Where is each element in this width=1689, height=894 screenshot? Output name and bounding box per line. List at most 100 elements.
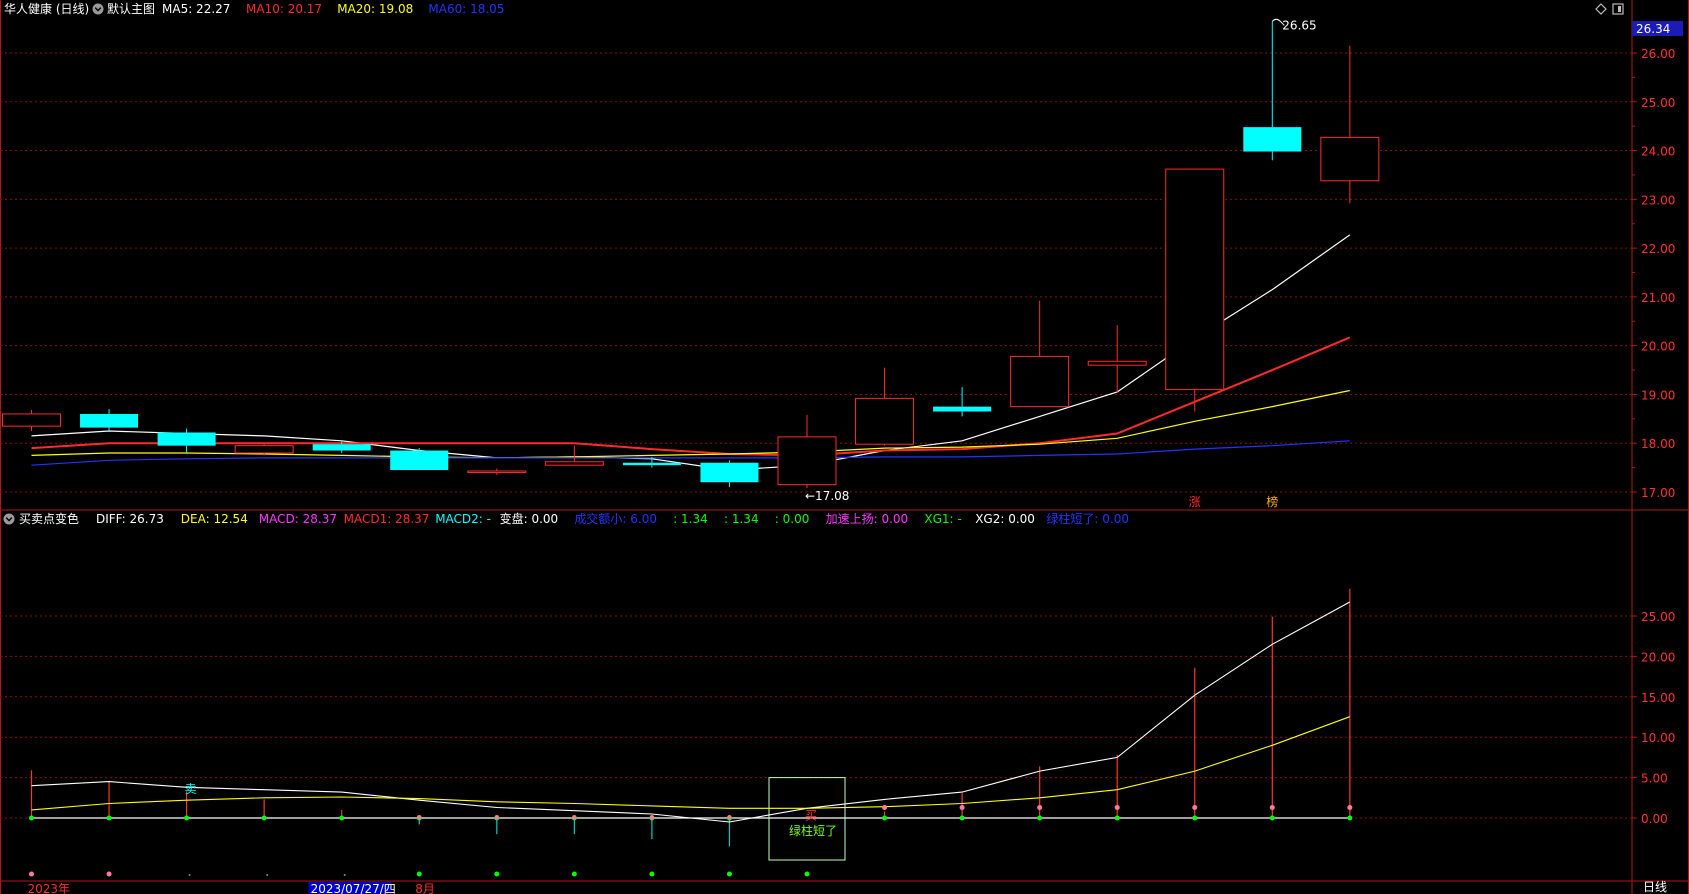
ma-line-ma10: [31, 336, 1351, 457]
price-tick-label: 19.00: [1641, 388, 1675, 402]
diamond-icon[interactable]: [1595, 3, 1607, 15]
price-tick-label: 23.00: [1641, 193, 1675, 207]
candle-body: [312, 444, 371, 451]
indicator-name[interactable]: 买卖点变色: [19, 511, 79, 526]
macd-tick-label: 15.00: [1641, 691, 1675, 705]
ma-legend-item: MA5: 22.27: [162, 2, 230, 16]
zero-dot: [29, 815, 34, 821]
candle[interactable]: [933, 387, 992, 417]
zero-dot: [882, 815, 888, 821]
macd-plot[interactable]: 卖买绿柱短了: [29, 588, 1353, 877]
price-plot[interactable]: 26.65 ←17.08 涨 榜: [2, 18, 1380, 509]
candle-body: [1165, 168, 1225, 391]
window-toggle-inner-icon: [1618, 6, 1621, 12]
pink-dot: [649, 814, 655, 820]
candle-body: [390, 450, 449, 471]
candle-body: [622, 462, 681, 466]
pink-dot: [1037, 804, 1043, 810]
macd-marker: 卖: [185, 782, 197, 796]
price-tick-label: 24.00: [1641, 145, 1675, 159]
pink-dot: [1269, 804, 1275, 810]
bottom-dot: [726, 871, 732, 877]
bottom-dot: [649, 871, 655, 877]
macd-tick-label: 0.00: [1641, 812, 1668, 826]
candle[interactable]: [1010, 300, 1070, 408]
price-tick-label: 26.00: [1641, 47, 1675, 61]
zero-dot: [184, 815, 190, 821]
ma-legend-item: MA10: 20.17: [246, 2, 322, 16]
candle-body: [467, 470, 527, 474]
signal-label: 涨: [1189, 494, 1201, 509]
preset-label[interactable]: 默认主图: [107, 1, 155, 16]
indicator-legend: DIFF: 26.73 DEA: 12.54 MACD: 28.37 MACD1: 2…: [96, 511, 1129, 526]
indicator-dropdown-icon[interactable]: [3, 513, 15, 525]
x-axis-label: 2023/07/27/四: [311, 882, 396, 894]
zero-dot: [959, 815, 965, 821]
candle-body: [157, 432, 216, 446]
preset-dropdown-icon[interactable]: [92, 3, 104, 15]
zero-dot: [1269, 815, 1275, 821]
low-annotation: ←17.08: [805, 489, 849, 503]
indicator-legend-item: DEA: 12.54: [181, 512, 248, 526]
pink-dot: [417, 814, 422, 820]
bottom-dot: [571, 871, 577, 877]
ma-legend-item: MA60: 18.05: [428, 2, 504, 16]
bottom-dot: [804, 871, 810, 877]
candle-body: [700, 462, 759, 483]
candle[interactable]: [2, 410, 61, 432]
candle[interactable]: [1087, 325, 1147, 393]
ma-legend-item: MA20: 19.08: [337, 2, 413, 16]
indicator-legend-item: MACD2: -: [435, 512, 491, 526]
candle-body: [80, 413, 139, 428]
macd-line-diff: [31, 601, 1351, 823]
macd-tick-label: 5.00: [1641, 772, 1668, 786]
indicator-legend-item: 加速上扬: 0.00: [826, 511, 909, 526]
pink-dot: [1192, 804, 1198, 810]
pink-dot: [1114, 804, 1120, 810]
bottom-dot: [494, 871, 500, 877]
price-badge: 26.34: [1636, 22, 1670, 36]
candle[interactable]: [1165, 168, 1225, 412]
indicator-legend-item: : 1.34: [673, 512, 708, 526]
ma-line-ma20: [31, 389, 1350, 459]
zero-dot: [1347, 815, 1353, 821]
candle-body: [1243, 127, 1302, 152]
candle-body: [234, 445, 294, 454]
sub-header: 买卖点变色 DIFF: 26.73 DEA: 12.54 MACD: 28.37 MA…: [3, 511, 1129, 526]
candle[interactable]: [777, 414, 837, 489]
high-annotation: 26.65: [1282, 18, 1316, 32]
candle[interactable]: [1243, 21, 1302, 161]
price-tick-label: 20.00: [1641, 340, 1675, 354]
zero-dot: [339, 815, 345, 821]
x-axis: 2023年 2023/07/27/四 8月: [28, 882, 435, 894]
indicator-legend-item: 成交额小: 6.00: [574, 511, 657, 526]
candle[interactable]: [467, 468, 527, 475]
candle[interactable]: [544, 445, 604, 466]
candle-body: [2, 413, 61, 427]
indicator-legend-item: XG1: -: [924, 512, 961, 526]
macd-tick-label: 20.00: [1641, 650, 1675, 664]
zero-dot: [261, 815, 267, 821]
main-header: 华人健康 (日线) 默认主图 MA5: 22.27 MA10: 20.17 MA20…: [4, 1, 504, 16]
y-axis: 17.00 18.00 19.00 20.00 21.00 22.00 23.00 24.00…: [1632, 47, 1675, 826]
indicator-legend-item: : 0.00: [775, 512, 810, 526]
zero-dot: [1192, 815, 1198, 821]
bottom-minor-dot: [266, 874, 269, 876]
indicator-legend-item: MACD: 28.37: [259, 512, 337, 526]
candle[interactable]: [855, 367, 915, 446]
candle-body: [933, 406, 992, 412]
price-tick-label: 18.00: [1641, 437, 1675, 451]
candle-body: [1010, 355, 1070, 408]
indicator-legend-item: 绿柱短了: 0.00: [1046, 511, 1129, 526]
candle[interactable]: [700, 460, 759, 488]
bottom-minor-dot: [188, 874, 191, 876]
stock-title[interactable]: 华人健康 (日线): [4, 1, 89, 16]
candle[interactable]: [1320, 45, 1380, 204]
period-label[interactable]: 日线: [1643, 880, 1667, 894]
pink-dot: [959, 804, 965, 810]
price-tick-label: 17.00: [1641, 486, 1675, 500]
x-axis-label: 8月: [415, 882, 435, 894]
pink-dot: [572, 814, 577, 820]
candle[interactable]: [390, 448, 449, 471]
candle[interactable]: [80, 409, 139, 432]
